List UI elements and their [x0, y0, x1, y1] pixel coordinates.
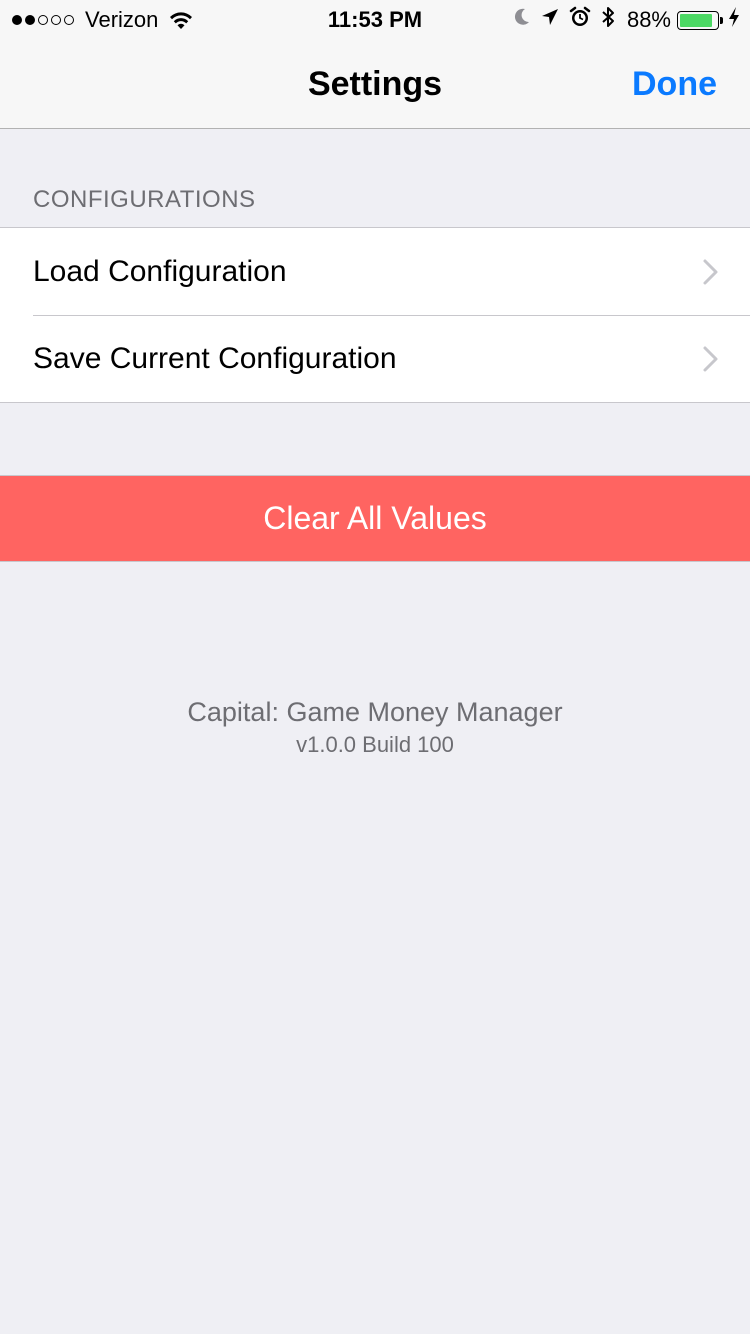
load-configuration-row[interactable]: Load Configuration	[0, 228, 750, 315]
alarm-icon	[569, 6, 591, 34]
charging-bolt-icon	[728, 6, 740, 34]
location-arrow-icon	[541, 7, 559, 33]
app-name: Capital: Game Money Manager	[187, 697, 563, 727]
battery-fill	[680, 13, 712, 27]
row-label: Load Configuration	[33, 254, 287, 288]
battery-icon	[677, 10, 719, 30]
status-bar: Verizon 11:53 PM 88%	[0, 0, 750, 40]
navigation-bar: Settings Done	[0, 40, 750, 128]
section-header-configurations: CONFIGURATIONS	[33, 186, 256, 213]
done-button[interactable]: Done	[632, 40, 717, 128]
top-bar: Verizon 11:53 PM 88% Settings Done	[0, 0, 750, 129]
clear-all-values-label: Clear All Values	[263, 500, 487, 536]
moon-icon	[513, 7, 531, 33]
battery-tip	[720, 16, 723, 24]
battery-percent: 88%	[626, 7, 671, 32]
configurations-group: Load Configuration Save Current Configur…	[0, 227, 750, 403]
chevron-right-icon	[702, 258, 720, 286]
save-current-configuration-row[interactable]: Save Current Configuration	[0, 315, 750, 402]
bluetooth-icon	[601, 5, 615, 35]
app-version: v1.0.0 Build 100	[296, 732, 454, 757]
row-label: Save Current Configuration	[33, 341, 397, 375]
clear-all-values-button[interactable]: Clear All Values	[0, 475, 750, 562]
chevron-right-icon	[702, 345, 720, 373]
status-right: 88%	[503, 6, 740, 34]
